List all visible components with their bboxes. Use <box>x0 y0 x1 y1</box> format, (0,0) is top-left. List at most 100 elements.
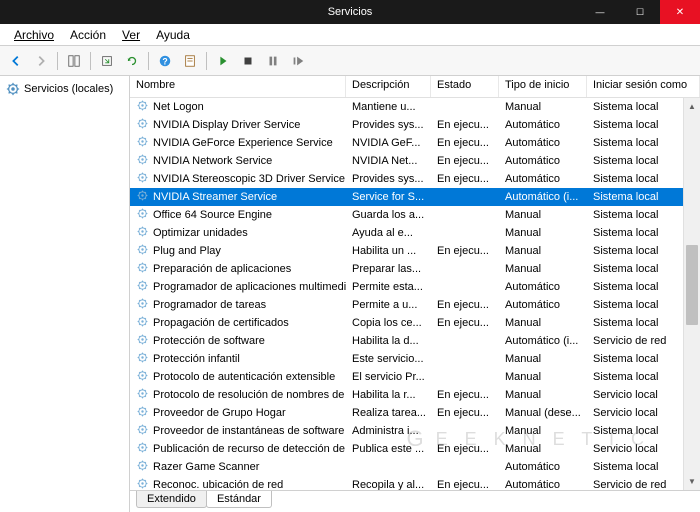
separator <box>148 52 149 70</box>
column-header-status[interactable]: Estado <box>431 76 499 97</box>
service-startup: Manual <box>499 386 587 404</box>
menubar: Archivo Acción Ver Ayuda <box>0 24 700 46</box>
service-startup: Automático <box>499 296 587 314</box>
scroll-track[interactable] <box>684 115 700 473</box>
service-name: NVIDIA Network Service <box>153 155 272 167</box>
service-startup: Automático (i... <box>499 332 587 350</box>
scroll-down-button[interactable]: ▼ <box>684 473 700 490</box>
service-description: Realiza tarea... <box>346 404 431 422</box>
menu-action[interactable]: Acción <box>62 26 114 44</box>
column-header-logon[interactable]: Iniciar sesión como <box>587 76 700 97</box>
service-status: En ejecu... <box>431 134 499 152</box>
properties-button[interactable] <box>178 49 202 73</box>
service-startup: Automático <box>499 458 587 476</box>
service-name: Programador de aplicaciones multimedia <box>153 281 346 293</box>
service-icon <box>136 369 149 385</box>
stop-service-button[interactable] <box>236 49 260 73</box>
service-description: El servicio Pr... <box>346 368 431 386</box>
back-button[interactable] <box>4 49 28 73</box>
service-status <box>431 266 499 272</box>
service-status: En ejecu... <box>431 152 499 170</box>
services-list[interactable]: Net LogonMantiene u...ManualSistema loca… <box>130 98 700 490</box>
help-button[interactable]: ? <box>153 49 177 73</box>
service-name: Proveedor de Grupo Hogar <box>153 407 286 419</box>
column-header-name[interactable]: Nombre <box>130 76 346 97</box>
export-button[interactable] <box>95 49 119 73</box>
service-icon <box>136 189 149 205</box>
service-name: Protección infantil <box>153 353 240 365</box>
close-button[interactable] <box>660 0 700 24</box>
minimize-button[interactable] <box>580 0 620 24</box>
service-icon <box>136 243 149 259</box>
service-status <box>431 356 499 362</box>
service-icon <box>136 279 149 295</box>
service-icon <box>136 315 149 331</box>
service-name: Optimizar unidades <box>153 227 248 239</box>
service-icon <box>136 387 149 403</box>
forward-button[interactable] <box>29 49 53 73</box>
scroll-thumb[interactable] <box>686 245 698 325</box>
service-row[interactable]: Reconoc. ubicación de redRecopila y al..… <box>130 476 700 490</box>
toolbar: ? <box>0 46 700 76</box>
tab-standard[interactable]: Estándar <box>206 491 272 508</box>
column-headers: Nombre Descripción Estado Tipo de inicio… <box>130 76 700 98</box>
service-name: Net Logon <box>153 101 204 113</box>
service-status <box>431 338 499 344</box>
menu-file[interactable]: Archivo <box>6 26 62 44</box>
tab-extended[interactable]: Extendido <box>136 491 207 508</box>
service-icon <box>136 297 149 313</box>
service-description <box>346 464 431 470</box>
service-startup: Manual <box>499 440 587 458</box>
restart-service-button[interactable] <box>286 49 310 73</box>
service-status <box>431 374 499 380</box>
svg-text:?: ? <box>162 56 167 66</box>
service-description: Copia los ce... <box>346 314 431 332</box>
service-description: Ayuda al e... <box>346 224 431 242</box>
service-description: Preparar las... <box>346 260 431 278</box>
menu-help[interactable]: Ayuda <box>148 26 198 44</box>
service-status <box>431 428 499 434</box>
service-name: Razer Game Scanner <box>153 461 259 473</box>
service-status <box>431 230 499 236</box>
service-description: Publica este ... <box>346 440 431 458</box>
service-status <box>431 212 499 218</box>
service-description: Recopila y al... <box>346 476 431 490</box>
content-area: Servicios (locales) Nombre Descripción E… <box>0 76 700 512</box>
service-icon <box>136 99 149 115</box>
service-startup: Automático <box>499 278 587 296</box>
service-status: En ejecu... <box>431 404 499 422</box>
start-service-button[interactable] <box>211 49 235 73</box>
service-icon <box>136 261 149 277</box>
menu-view[interactable]: Ver <box>114 26 148 44</box>
service-startup: Automático <box>499 476 587 490</box>
show-hide-button[interactable] <box>62 49 86 73</box>
service-description: Administra i... <box>346 422 431 440</box>
service-icon <box>136 207 149 223</box>
service-startup: Automático <box>499 152 587 170</box>
service-startup: Manual <box>499 242 587 260</box>
service-description: Permite esta... <box>346 278 431 296</box>
service-startup: Manual <box>499 368 587 386</box>
service-icon <box>136 405 149 421</box>
service-startup: Automático <box>499 134 587 152</box>
service-status: En ejecu... <box>431 440 499 458</box>
service-description: Provides sys... <box>346 170 431 188</box>
scroll-up-button[interactable]: ▲ <box>684 98 700 115</box>
service-startup: Automático (i... <box>499 188 587 206</box>
service-startup: Manual <box>499 314 587 332</box>
pause-service-button[interactable] <box>261 49 285 73</box>
sidebar-item-services[interactable]: Servicios (locales) <box>4 80 125 98</box>
vertical-scrollbar[interactable]: ▲ ▼ <box>683 98 700 490</box>
column-header-description[interactable]: Descripción <box>346 76 431 97</box>
refresh-button[interactable] <box>120 49 144 73</box>
service-startup: Automático <box>499 170 587 188</box>
service-description: Este servicio... <box>346 350 431 368</box>
tabs-bottom: Extendido Estándar <box>130 490 700 512</box>
service-name: Propagación de certificados <box>153 317 289 329</box>
service-status: En ejecu... <box>431 314 499 332</box>
service-startup: Manual <box>499 350 587 368</box>
service-status <box>431 284 499 290</box>
service-name: Programador de tareas <box>153 299 266 311</box>
maximize-button[interactable] <box>620 0 660 24</box>
column-header-startup[interactable]: Tipo de inicio <box>499 76 587 97</box>
